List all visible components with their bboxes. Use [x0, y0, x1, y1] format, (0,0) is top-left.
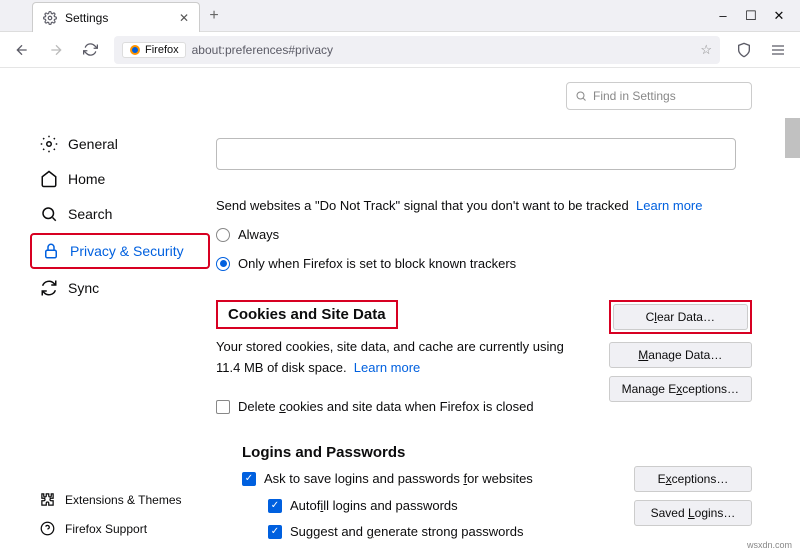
watermark: wsxdn.com: [747, 540, 792, 550]
dnt-always-radio[interactable]: [216, 228, 230, 242]
bookmark-star-icon[interactable]: ☆: [700, 42, 712, 58]
search-icon: [575, 90, 587, 102]
app-menu-button[interactable]: [764, 36, 792, 64]
autofill-logins-checkbox[interactable]: [268, 499, 282, 513]
sidebar-item-general[interactable]: General: [30, 128, 210, 160]
browser-tab[interactable]: Settings ✕: [32, 2, 200, 32]
new-tab-button[interactable]: +: [200, 0, 228, 31]
firefox-icon: [129, 44, 141, 56]
saved-logins-button[interactable]: Saved Logins…: [634, 500, 752, 526]
ask-save-logins-checkbox[interactable]: [242, 472, 256, 486]
delete-cookies-checkbox[interactable]: [216, 400, 230, 414]
logins-heading: Logins and Passwords: [242, 444, 614, 461]
sidebar-item-home[interactable]: Home: [30, 163, 210, 195]
question-icon: [40, 521, 55, 536]
clear-data-button[interactable]: Clear Data…: [613, 304, 748, 330]
sidebar-item-sync[interactable]: Sync: [30, 272, 210, 304]
forward-button[interactable]: [42, 36, 70, 64]
sidebar-extensions-link[interactable]: Extensions & Themes: [30, 488, 192, 511]
sidebar-label: Extensions & Themes: [65, 493, 182, 507]
manage-exceptions-button[interactable]: Manage Exceptions…: [609, 376, 752, 402]
sidebar-label: Sync: [68, 280, 99, 296]
nav-toolbar: Firefox about:preferences#privacy ☆: [0, 32, 800, 68]
scrollbar-thumb[interactable]: [785, 118, 800, 158]
sidebar-label: General: [68, 136, 118, 152]
sidebar-label: Firefox Support: [65, 522, 147, 536]
find-in-settings-input[interactable]: Find in Settings: [566, 82, 752, 110]
sidebar-support-link[interactable]: Firefox Support: [30, 517, 192, 540]
identity-firefox-badge[interactable]: Firefox: [122, 42, 186, 58]
home-icon: [40, 170, 58, 188]
minimize-button[interactable]: –: [718, 8, 728, 23]
reload-button[interactable]: [76, 36, 104, 64]
title-bar: Settings ✕ + – ☐ ✕: [0, 0, 800, 32]
close-tab-icon[interactable]: ✕: [179, 11, 189, 25]
ask-save-logins-label: Ask to save logins and passwords for web…: [264, 469, 533, 490]
cookies-description: Your stored cookies, site data, and cach…: [216, 337, 589, 379]
maximize-button[interactable]: ☐: [746, 8, 756, 24]
gear-icon: [43, 11, 57, 25]
window-controls: – ☐ ✕: [718, 0, 800, 31]
dnt-only-radio[interactable]: [216, 257, 230, 271]
suggest-passwords-checkbox[interactable]: [268, 525, 282, 539]
shield-icon[interactable]: [730, 36, 758, 64]
placeholder-text: Find in Settings: [593, 89, 676, 103]
settings-sidebar: General Home Search Privacy & Security S…: [0, 68, 210, 552]
sidebar-item-privacy[interactable]: Privacy & Security: [30, 233, 210, 269]
tab-title: Settings: [65, 11, 171, 25]
dnt-learn-more-link[interactable]: Learn more: [636, 198, 702, 213]
url-bar[interactable]: Firefox about:preferences#privacy ☆: [114, 36, 720, 64]
puzzle-icon: [40, 492, 55, 507]
close-window-button[interactable]: ✕: [774, 8, 784, 24]
search-icon: [40, 205, 58, 223]
back-button[interactable]: [8, 36, 36, 64]
sync-icon: [40, 279, 58, 297]
dnt-description: Send websites a "Do Not Track" signal th…: [216, 196, 752, 217]
logins-exceptions-button[interactable]: Exceptions…: [634, 466, 752, 492]
sidebar-label: Search: [68, 206, 112, 222]
sidebar-item-search[interactable]: Search: [30, 198, 210, 230]
autofill-logins-label: Autofill logins and passwords: [290, 496, 458, 517]
dnt-only-label: Only when Firefox is set to block known …: [238, 254, 516, 275]
settings-main: Find in Settings Send websites a "Do Not…: [210, 68, 800, 552]
gear-icon: [40, 135, 58, 153]
delete-cookies-label: Delete cookies and site data when Firefo…: [238, 397, 534, 418]
sidebar-label: Home: [68, 171, 105, 187]
sidebar-label: Privacy & Security: [70, 243, 184, 259]
url-text: about:preferences#privacy: [192, 43, 333, 57]
dnt-always-label: Always: [238, 225, 279, 246]
exceptions-textbox[interactable]: [216, 138, 736, 170]
lock-icon: [42, 242, 60, 260]
suggest-passwords-label: Suggest and generate strong passwords: [290, 522, 523, 543]
cookies-heading: Cookies and Site Data: [228, 306, 386, 323]
identity-label: Firefox: [145, 44, 179, 56]
manage-data-button[interactable]: Manage Data…: [609, 342, 752, 368]
cookies-learn-more-link[interactable]: Learn more: [354, 360, 420, 375]
